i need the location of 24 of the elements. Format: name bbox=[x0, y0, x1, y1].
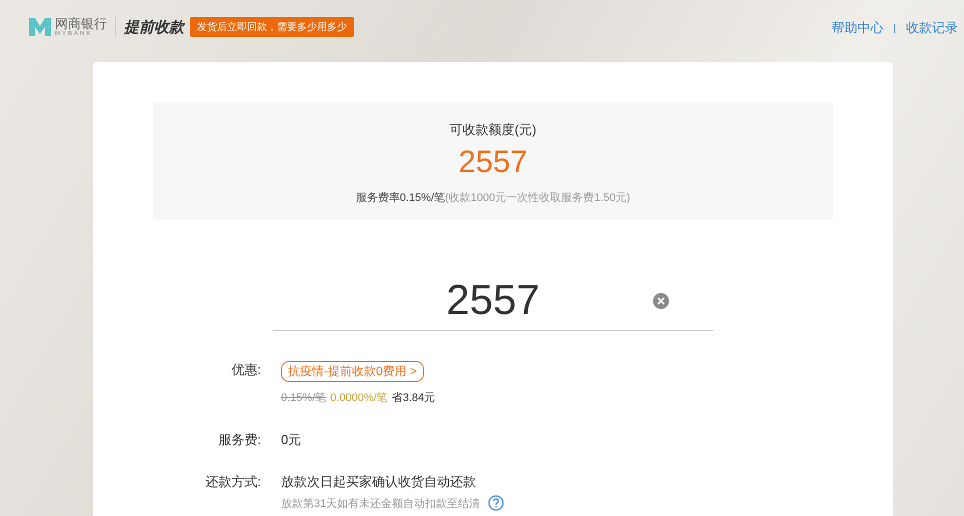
repayment-note: 放款第31天如有未还金额自动扣款至结清 bbox=[281, 496, 480, 510]
amount-field[interactable]: 2557 bbox=[273, 270, 713, 331]
help-icon[interactable] bbox=[488, 495, 504, 511]
repayment-text: 放款次日起买家确认收货自动还款 bbox=[281, 473, 477, 491]
promo-label: 优惠: bbox=[230, 361, 262, 379]
help-center-link[interactable]: 帮助中心 bbox=[831, 19, 884, 37]
records-link[interactable]: 收款记录 bbox=[906, 19, 958, 37]
new-rate: 0.0000%/笔 bbox=[330, 391, 388, 405]
saving-text: 省3.84元 bbox=[392, 391, 436, 405]
fee-rate: 服务费率0.15%/笔 bbox=[356, 192, 446, 204]
old-rate: 0.15%/笔 bbox=[281, 391, 326, 405]
repayment-label: 还款方式: bbox=[204, 473, 262, 491]
quota-label: 可收款额度(元) bbox=[448, 121, 538, 139]
logo-text: 网商银行 bbox=[55, 17, 107, 30]
quota-amount: 2557 bbox=[458, 144, 528, 180]
clear-icon[interactable] bbox=[653, 293, 669, 309]
product-title: 提前收款 bbox=[124, 18, 184, 36]
tagline-badge: 发货后立即回款，需要多少用多少 bbox=[190, 17, 354, 37]
service-fee-value: 0元 bbox=[281, 431, 302, 449]
fee-note: (收款1000元一次性收取服务费1.50元) bbox=[445, 192, 630, 204]
link-separator: | bbox=[893, 22, 896, 34]
bank-logo-icon bbox=[28, 16, 52, 38]
service-fee-label: 服务费: bbox=[217, 431, 262, 449]
promo-tag[interactable]: 抗疫情-提前收款0费用 > bbox=[281, 361, 424, 382]
